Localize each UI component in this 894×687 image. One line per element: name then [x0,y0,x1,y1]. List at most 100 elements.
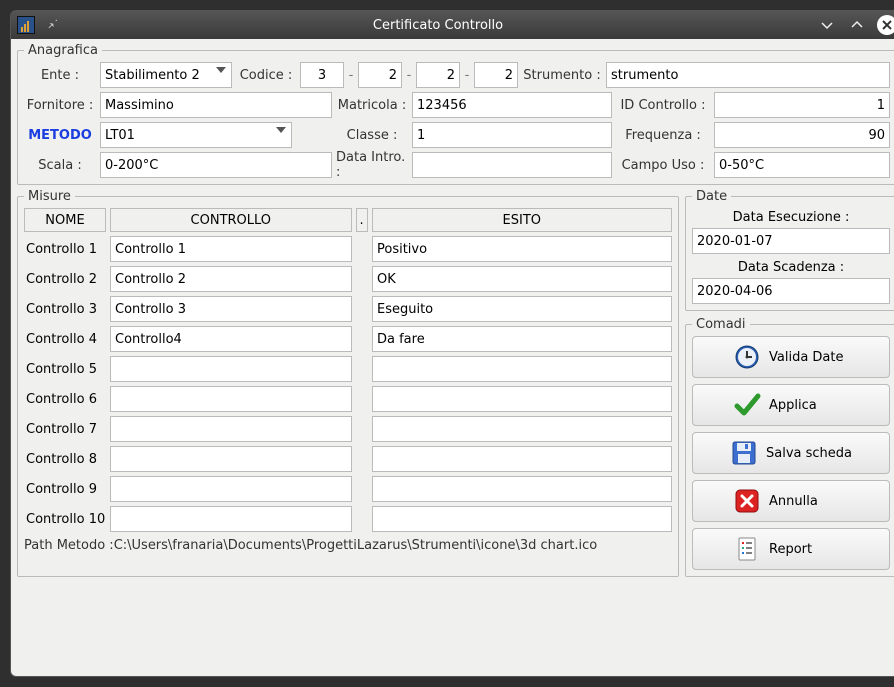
controllo-input[interactable] [110,386,352,412]
data-esecuzione-value[interactable]: 2020-01-07 [692,228,890,254]
esito-input[interactable] [372,506,672,532]
misure-row-name: Controllo 2 [24,266,106,292]
codice-part-3[interactable] [416,62,460,88]
window-title: Certificato Controllo [69,18,807,33]
misure-row-gap [356,446,368,472]
matricola-input[interactable] [412,92,612,118]
client-area: Anagrafica Ente : Codice : - - - Strumen… [11,39,894,676]
esito-input[interactable] [372,356,672,382]
misure-row-name: Controllo 8 [24,446,106,472]
controllo-input[interactable] [110,476,352,502]
misure-header-name: NOME [24,208,106,232]
misure-row-name: Controllo 9 [24,476,106,502]
misure-header-controllo: CONTROLLO [110,208,352,232]
data-scadenza-value[interactable]: 2020-04-06 [692,278,890,304]
close-button[interactable] [877,15,894,35]
misure-row-name: Controllo 3 [24,296,106,322]
frequenza-input[interactable] [714,122,890,148]
misure-row: Controllo 5 [24,356,672,382]
misure-row-gap [356,236,368,262]
comandi-legend: Comadi [692,317,750,332]
path-metodo: Path Metodo :C:\Users\franaria\Documents… [24,536,672,553]
fornitore-input[interactable] [100,92,332,118]
data-intro-input[interactable] [412,152,612,178]
report-icon [733,535,761,563]
metodo-label[interactable]: METODO [24,122,96,148]
misure-row-name: Controllo 10 [24,506,106,532]
esito-input[interactable] [372,326,672,352]
misure-header-esito: ESITO [372,208,672,232]
controllo-input[interactable] [110,296,352,322]
anagrafica-group: Anagrafica Ente : Codice : - - - Strumen… [17,43,894,185]
misure-legend: Misure [24,189,75,204]
misure-row: Controllo 1 [24,236,672,262]
classe-input[interactable] [412,122,612,148]
valida-date-button[interactable]: Valida Date [692,336,890,378]
misure-row: Controllo 7 [24,416,672,442]
id-controllo-input[interactable] [714,92,890,118]
codice-part-4[interactable] [474,62,518,88]
misure-row: Controllo 10 [24,506,672,532]
misure-row-name: Controllo 7 [24,416,106,442]
misure-row: Controllo 2 [24,266,672,292]
controllo-input[interactable] [110,266,352,292]
id-controllo-label: ID Controllo : [616,92,710,118]
controllo-input[interactable] [110,446,352,472]
misure-group: Misure NOME CONTROLLO . ESITO Controllo … [17,189,679,577]
metodo-select[interactable] [100,122,292,148]
maximize-button[interactable] [847,15,867,35]
date-legend: Date [692,189,731,204]
misure-row: Controllo 4 [24,326,672,352]
controllo-input[interactable] [110,506,352,532]
controllo-input[interactable] [110,416,352,442]
campo-uso-input[interactable] [714,152,890,178]
report-button[interactable]: Report [692,528,890,570]
floppy-icon [730,439,758,467]
titlebar: Certificato Controllo [11,11,894,39]
misure-row-gap [356,386,368,412]
misure-row: Controllo 9 [24,476,672,502]
esito-input[interactable] [372,476,672,502]
strumento-input[interactable] [606,62,890,88]
strumento-label: Strumento : [522,62,602,88]
clock-icon [733,343,761,371]
misure-row-gap [356,416,368,442]
annulla-button[interactable]: Annulla [692,480,890,522]
codice-part-1[interactable] [300,62,344,88]
esito-input[interactable] [372,446,672,472]
checkmark-icon [733,391,761,419]
controllo-input[interactable] [110,356,352,382]
misure-header-dot: . [356,208,368,232]
scala-input[interactable] [100,152,332,178]
fornitore-label: Fornitore : [24,92,96,118]
ente-label: Ente : [24,62,96,88]
ente-select[interactable] [100,62,232,88]
controllo-input[interactable] [110,326,352,352]
app-icon [17,16,35,34]
minimize-button[interactable] [817,15,837,35]
esito-input[interactable] [372,386,672,412]
controllo-input[interactable] [110,236,352,262]
misure-row-name: Controllo 6 [24,386,106,412]
salva-scheda-button[interactable]: Salva scheda [692,432,890,474]
applica-button[interactable]: Applica [692,384,890,426]
misure-row: Controllo 8 [24,446,672,472]
misure-row-gap [356,296,368,322]
misure-row: Controllo 3 [24,296,672,322]
scala-label: Scala : [24,152,96,178]
codice-label: Codice : [236,62,296,88]
codice-part-2[interactable] [358,62,402,88]
campo-uso-label: Campo Uso : [616,152,710,178]
misure-row: Controllo 6 [24,386,672,412]
classe-label: Classe : [336,122,408,148]
data-intro-label: Data Intro. : [336,152,408,178]
esito-input[interactable] [372,416,672,442]
misure-row-gap [356,476,368,502]
esito-input[interactable] [372,266,672,292]
misure-row-name: Controllo 5 [24,356,106,382]
pin-icon[interactable] [45,16,59,34]
misure-row-gap [356,506,368,532]
date-group: Date Data Esecuzione : 2020-01-07 Data S… [685,189,894,311]
esito-input[interactable] [372,236,672,262]
esito-input[interactable] [372,296,672,322]
